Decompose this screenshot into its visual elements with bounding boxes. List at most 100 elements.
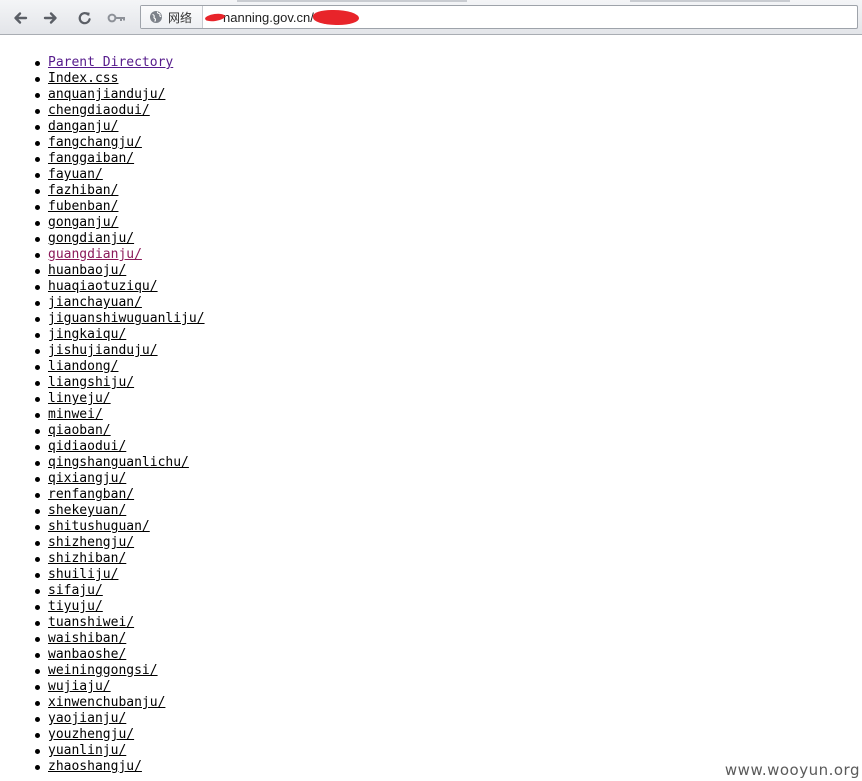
forward-button[interactable] [41,8,61,28]
directory-entry-link[interactable]: fayuan/ [48,167,103,182]
address-bar[interactable]: 网络 nanning.gov.cn/ [140,5,858,29]
directory-listing: Parent Directory Index.css anquanjianduju… [35,55,205,775]
list-item: Index.css [35,71,205,87]
list-item: shekeyuan/ [35,503,205,519]
directory-entry-link[interactable]: jianchayuan/ [48,295,142,310]
list-item: qixiangju/ [35,471,205,487]
watermark: www.wooyun.org [724,761,860,779]
list-item: shizhengju/ [35,535,205,551]
list-item: chengdiaodui/ [35,103,205,119]
back-arrow-icon [14,12,28,24]
list-item: yuanlinju/ [35,743,205,759]
key-icon [107,13,125,23]
list-item: fangchangju/ [35,135,205,151]
directory-entry-link[interactable]: tuanshiwei/ [48,615,134,630]
list-item: gonganju/ [35,215,205,231]
directory-entry-link[interactable]: jiguanshiwuguanliju/ [48,311,205,326]
list-item: youzhengju/ [35,727,205,743]
directory-entry-link[interactable]: liangshiju/ [48,375,134,390]
list-item: gongdianju/ [35,231,205,247]
directory-entry-link[interactable]: anquanjianduju/ [48,87,165,102]
directory-entry-link[interactable]: yuanlinju/ [48,743,126,758]
directory-entry-link[interactable]: qidiaodui/ [48,439,126,454]
directory-entry-link[interactable]: guangdianju/ [48,247,142,262]
redaction-mark [312,9,359,25]
directory-entry-link[interactable]: chengdiaodui/ [48,103,150,118]
list-item: fanggaiban/ [35,151,205,167]
parent-directory-link[interactable]: Parent Directory [48,55,173,70]
network-chip[interactable]: 网络 [141,6,203,28]
directory-entry-link[interactable]: wujiaju/ [48,679,111,694]
url-field[interactable]: nanning.gov.cn/ [203,6,359,28]
directory-entry-link[interactable]: wanbaoshe/ [48,647,126,662]
list-item: huaqiaotuziqu/ [35,279,205,295]
directory-entry-link[interactable]: shizhengju/ [48,535,134,550]
directory-entry-link[interactable]: danganju/ [48,119,118,134]
list-item: danganju/ [35,119,205,135]
list-item: fubenban/ [35,199,205,215]
directory-entry-link[interactable]: shitushuguan/ [48,519,150,534]
list-item: zhaoshangju/ [35,759,205,775]
list-item: wujiaju/ [35,679,205,695]
directory-entry-link[interactable]: minwei/ [48,407,103,422]
key-button[interactable] [106,8,128,28]
list-item: tiyuju/ [35,599,205,615]
list-item: jiguanshiwuguanliju/ [35,311,205,327]
list-item: sifaju/ [35,583,205,599]
list-item: fayuan/ [35,167,205,183]
directory-entry-link[interactable]: fanggaiban/ [48,151,134,166]
directory-entry-link[interactable]: sifaju/ [48,583,103,598]
directory-entry-link[interactable]: renfangban/ [48,487,134,502]
directory-entry-link[interactable]: huanbaoju/ [48,263,126,278]
network-label: 网络 [168,10,193,25]
directory-entry-link[interactable]: qixiangju/ [48,471,126,486]
list-item: waishiban/ [35,631,205,647]
directory-entry-link[interactable]: jishujianduju/ [48,343,158,358]
list-item: jingkaiqu/ [35,327,205,343]
list-item: jishujianduju/ [35,343,205,359]
directory-entry-link[interactable]: shekeyuan/ [48,503,126,518]
directory-entry-link[interactable]: qiaoban/ [48,423,111,438]
back-button[interactable] [10,8,30,28]
list-item: liandong/ [35,359,205,375]
list-item: shizhiban/ [35,551,205,567]
list-item: qiaoban/ [35,423,205,439]
tab-strip-edge [237,0,467,2]
directory-entry-link[interactable]: linyeju/ [48,391,111,406]
directory-entry-link[interactable]: weininggongsi/ [48,663,158,678]
directory-entry-link[interactable]: jingkaiqu/ [48,327,126,342]
list-item: qingshanguanlichu/ [35,455,205,471]
list-item: fazhiban/ [35,183,205,199]
directory-entry-link[interactable]: gonganju/ [48,215,118,230]
directory-entry-link[interactable]: fubenban/ [48,199,118,214]
list-item: anquanjianduju/ [35,87,205,103]
directory-entry-link[interactable]: shuiliju/ [48,567,118,582]
directory-entry-link[interactable]: qingshanguanlichu/ [48,455,189,470]
directory-entry-link[interactable]: yaojianju/ [48,711,126,726]
directory-entry-link[interactable]: fazhiban/ [48,183,118,198]
directory-entry-link[interactable]: Index.css [48,71,118,86]
directory-entry-link[interactable]: youzhengju/ [48,727,134,742]
directory-entry-link[interactable]: waishiban/ [48,631,126,646]
list-item: guangdianju/ [35,247,205,263]
directory-entry-link[interactable]: huaqiaotuziqu/ [48,279,158,294]
directory-entry-link[interactable]: shizhiban/ [48,551,126,566]
reload-button[interactable] [75,8,95,28]
directory-entry-link[interactable]: liandong/ [48,359,118,374]
directory-entry-link[interactable]: fangchangju/ [48,135,142,150]
url-text: nanning.gov.cn/ [223,9,314,25]
list-item: huanbaoju/ [35,263,205,279]
tab-strip-edge [630,0,790,2]
reload-icon [78,12,91,25]
globe-icon [150,11,162,23]
directory-entry-link[interactable]: tiyuju/ [48,599,103,614]
directory-entry-link[interactable]: zhaoshangju/ [48,759,142,774]
list-item: xinwenchubanju/ [35,695,205,711]
directory-entry-link[interactable]: xinwenchubanju/ [48,695,165,710]
list-item: shuiliju/ [35,567,205,583]
list-item: weininggongsi/ [35,663,205,679]
list-item: Parent Directory [35,55,205,71]
browser-toolbar: 网络 nanning.gov.cn/ [0,0,862,35]
list-item: wanbaoshe/ [35,647,205,663]
directory-entry-link[interactable]: gongdianju/ [48,231,134,246]
